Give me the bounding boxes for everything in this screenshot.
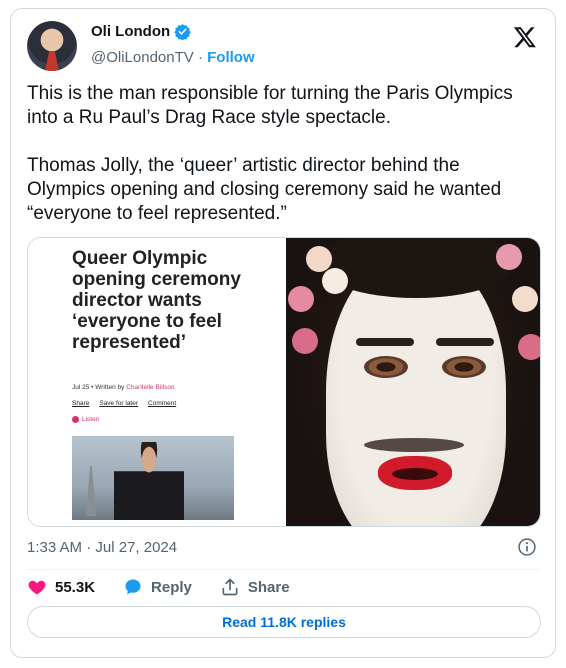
flower-shape [306, 246, 332, 272]
reply-button[interactable]: Reply [123, 577, 192, 597]
share-upload-icon [222, 578, 238, 596]
heart-icon [28, 580, 46, 595]
listen-icon [72, 416, 79, 423]
flower-shape [292, 328, 318, 354]
lips-shape [378, 456, 452, 490]
reply-label: Reply [151, 578, 192, 596]
tweet-text: This is the man responsible for turning … [27, 83, 513, 224]
flower-shape [496, 244, 522, 270]
share-button[interactable]: Share [220, 577, 290, 597]
x-logo-icon[interactable] [513, 25, 537, 49]
info-icon[interactable] [517, 537, 537, 557]
article-share: Share [72, 400, 90, 407]
tweet-timestamp[interactable]: 1:33 AM · Jul 27, 2024 [27, 539, 177, 556]
separator: · [193, 49, 208, 66]
verified-badge-icon [174, 24, 191, 40]
article-save: Save for later [99, 400, 139, 407]
avatar[interactable] [27, 21, 77, 71]
article-headline: Queer Olympic opening ceremony director … [72, 248, 241, 353]
eye-shape [442, 356, 486, 378]
like-count: 55.3K [55, 578, 96, 596]
tweet-card: Oli London @OliLondonTV · Follow This is… [10, 8, 556, 658]
handle-row: @OliLondonTV · Follow [91, 49, 255, 66]
flower-shape [518, 334, 540, 360]
speech-bubble-icon [125, 579, 141, 595]
article-date: Jul 25 • Written by [72, 384, 127, 391]
eye-shape [364, 356, 408, 378]
article-actions: Share Save for later Comment [72, 400, 176, 407]
flower-shape [322, 268, 348, 294]
article-comment: Comment [148, 400, 177, 407]
eiffel-tower-shape [86, 466, 96, 516]
divider [27, 569, 539, 570]
article-meta: Jul 25 • Written by Chantelle Billson [72, 384, 175, 391]
article-listen-label: Listen [82, 416, 100, 423]
flower-shape [288, 286, 314, 312]
hair-shape [316, 238, 516, 298]
article-listen: Listen [72, 416, 99, 423]
mustache-shape [364, 438, 464, 452]
flower-shape [512, 286, 538, 312]
author-name-row[interactable]: Oli London [91, 23, 191, 40]
read-replies-button[interactable]: Read 11.8K replies [27, 606, 541, 638]
follow-button[interactable]: Follow [207, 49, 255, 66]
portrait-photo-image[interactable] [286, 238, 540, 526]
share-label: Share [247, 578, 290, 596]
article-author: Chantelle Billson [126, 384, 175, 391]
media-grid[interactable]: Queer Olympic opening ceremony director … [27, 237, 541, 527]
author-name[interactable]: Oli London [91, 23, 170, 40]
brow-shape [436, 338, 494, 346]
brow-shape [356, 338, 414, 346]
like-button[interactable]: 55.3K [27, 577, 95, 597]
person-shape [114, 442, 184, 520]
article-screenshot-image[interactable]: Queer Olympic opening ceremony director … [28, 238, 286, 526]
author-handle[interactable]: @OliLondonTV [91, 49, 194, 66]
engagement-bar: 55.3K Reply Share [27, 577, 290, 597]
article-photo [72, 436, 234, 520]
